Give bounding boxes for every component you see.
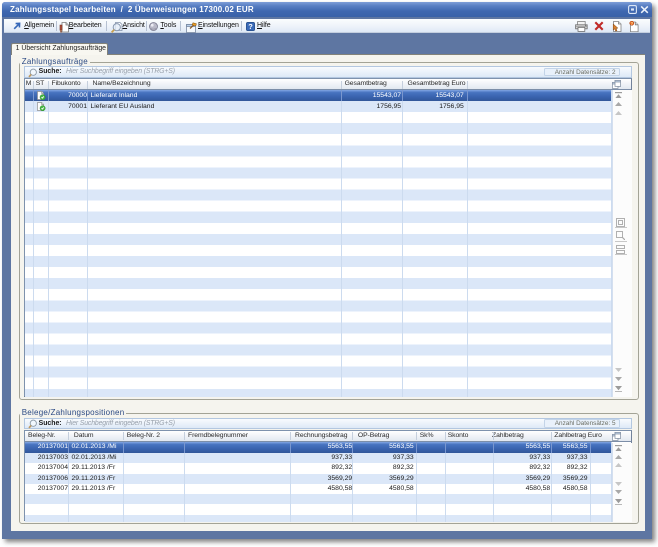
svg-text:?: ? — [248, 22, 253, 31]
svg-text:?: ? — [630, 21, 633, 26]
